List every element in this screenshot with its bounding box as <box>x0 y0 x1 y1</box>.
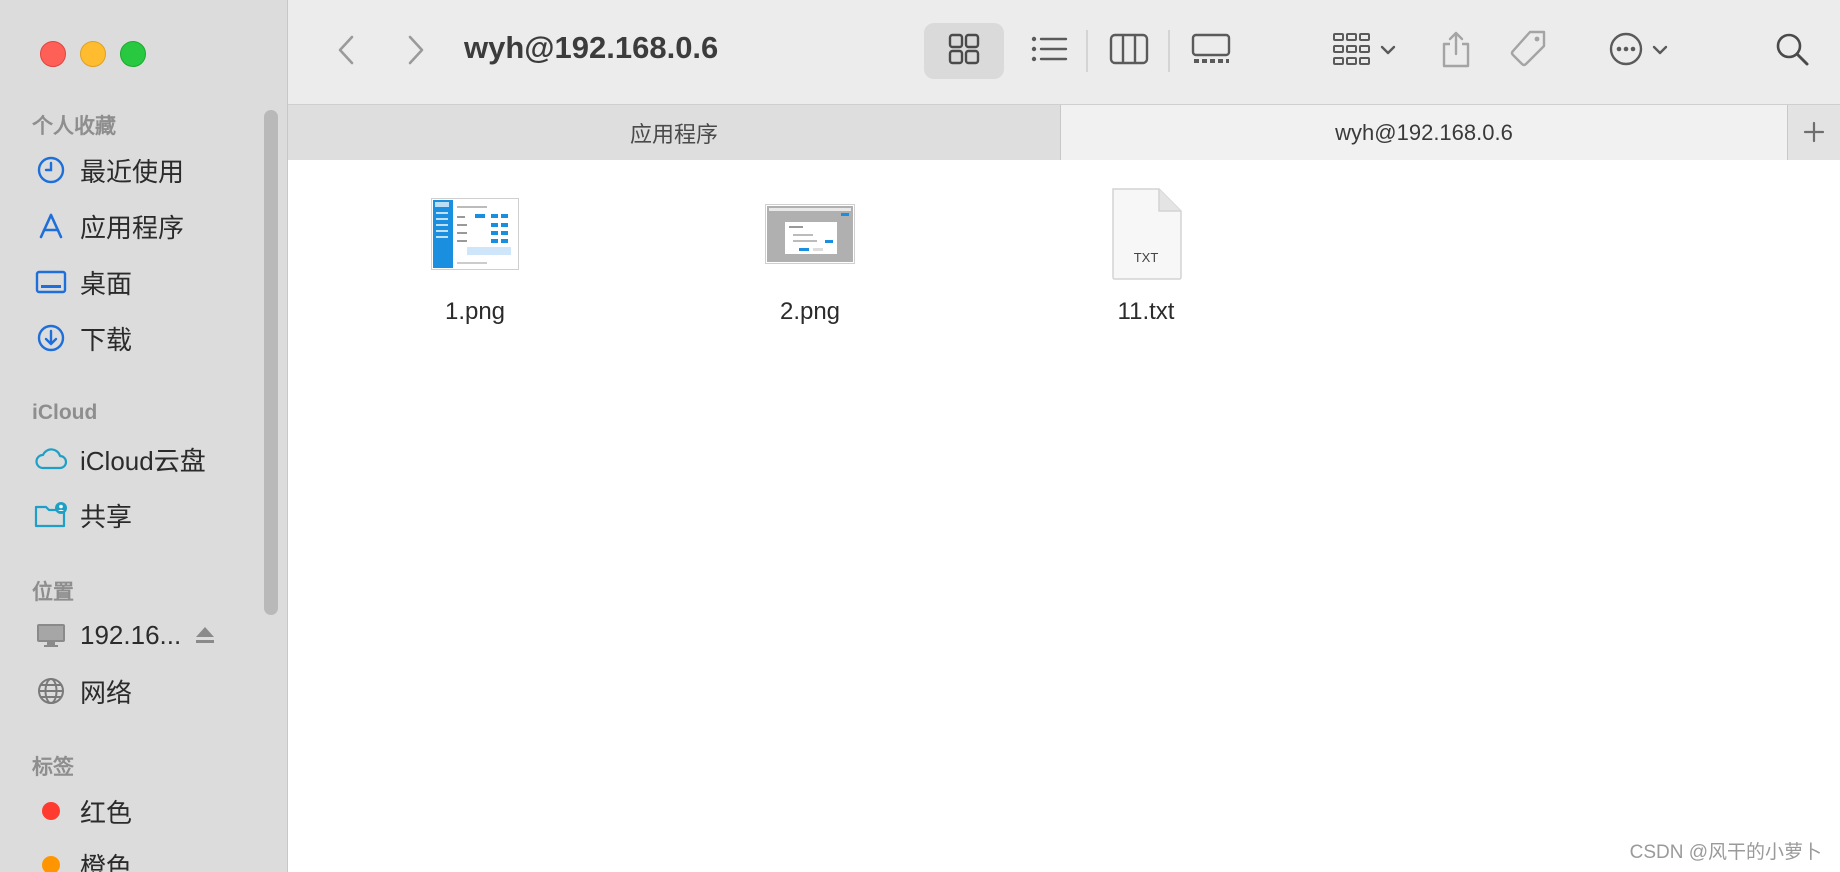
eject-icon[interactable] <box>190 620 220 650</box>
search-button[interactable] <box>1762 23 1822 79</box>
sidebar-item-label: 共享 <box>80 501 133 532</box>
sidebar-item-downloads[interactable]: 下载 <box>32 314 272 362</box>
file-item[interactable]: 2.png <box>730 184 890 326</box>
red-tag-icon <box>32 792 70 830</box>
file-item[interactable]: TXT 11.txt <box>1066 184 1226 326</box>
tab-current-server[interactable]: wyh@192.168.0.6 <box>1061 105 1788 160</box>
search-icon <box>1774 31 1810 72</box>
sidebar-item-tag-orange[interactable]: 橙色 <box>32 841 272 872</box>
sidebar-item-shared[interactable]: 共享 <box>32 491 272 539</box>
sidebar-item-applications[interactable]: 应用程序 <box>32 202 272 250</box>
ellipsis-circle-icon <box>1608 31 1644 72</box>
sidebar-item-recents[interactable]: 最近使用 <box>32 146 272 194</box>
watermark: CSDN @风干的小萝卜 <box>1629 842 1822 863</box>
sidebar-heading-tags: 标签 <box>32 756 74 779</box>
list-icon <box>1030 34 1068 69</box>
download-icon <box>32 319 70 357</box>
text-file-icon: TXT <box>1109 184 1183 284</box>
chevron-right-icon <box>407 34 425 71</box>
desktop-icon <box>32 263 70 301</box>
maximize-button[interactable] <box>120 41 146 67</box>
file-item[interactable]: 1.png <box>395 184 555 326</box>
sidebar-item-tag-red[interactable]: 红色 <box>32 787 272 835</box>
share-button[interactable] <box>1426 23 1486 79</box>
group-by-button[interactable] <box>1324 23 1404 79</box>
image-thumbnail <box>765 184 855 284</box>
file-name: 1.png <box>444 298 506 325</box>
sidebar-item-network[interactable]: 网络 <box>32 667 272 715</box>
list-view-button[interactable] <box>1014 23 1084 79</box>
tag-icon <box>1508 29 1548 74</box>
globe-icon <box>32 672 70 710</box>
columns-icon <box>1109 33 1149 70</box>
minimize-button[interactable] <box>80 41 106 67</box>
file-area: 1.png 2.png TXT 11.txt CSDN @风干的小萝卜 <box>288 160 1840 872</box>
sidebar-item-label: 192.16... <box>80 619 182 650</box>
applications-icon <box>32 207 70 245</box>
chevron-left-icon <box>337 34 355 71</box>
tab-applications[interactable]: 应用程序 <box>288 105 1061 160</box>
sidebar-item-label: 红色 <box>80 797 133 828</box>
close-button[interactable] <box>40 41 66 67</box>
chevron-down-icon <box>1380 42 1396 60</box>
finder-window: 个人收藏 最近使用 应用程序 桌面 下载 iCloud iCloud云盘 共享 … <box>0 0 1840 872</box>
sidebar-item-label: 橙色 <box>80 851 133 872</box>
sidebar-item-label: 桌面 <box>80 268 133 299</box>
gallery-view-button[interactable] <box>1176 23 1246 79</box>
clock-icon <box>32 151 70 189</box>
gallery-icon <box>1191 33 1231 70</box>
sidebar-item-label: 最近使用 <box>80 156 185 187</box>
sidebar-item-icloud-drive[interactable]: iCloud云盘 <box>32 435 272 483</box>
icon-view-button[interactable] <box>924 23 1004 79</box>
sidebar-item-desktop[interactable]: 桌面 <box>32 258 272 306</box>
grid-icon <box>947 32 981 71</box>
sidebar-item-label: 网络 <box>80 677 133 708</box>
back-button[interactable] <box>328 32 364 72</box>
sidebar-heading-favorites: 个人收藏 <box>32 115 116 138</box>
file-type-badge: TXT <box>1133 250 1159 265</box>
plus-icon <box>1803 114 1825 151</box>
tags-button[interactable] <box>1498 23 1558 79</box>
toolbar-separator <box>1168 30 1170 72</box>
sidebar-item-server[interactable]: 192.16... <box>32 611 272 659</box>
sidebar-heading-locations: 位置 <box>32 581 74 604</box>
toolbar: wyh@192.168.0.6 <box>288 0 1840 104</box>
sidebar-item-label: iCloud云盘 <box>80 445 206 476</box>
file-name: 11.txt <box>1117 298 1175 325</box>
group-icon <box>1332 32 1372 71</box>
share-icon <box>1440 30 1472 73</box>
image-thumbnail <box>431 184 519 284</box>
sidebar-scrollbar[interactable] <box>264 110 278 615</box>
toolbar-separator <box>1086 30 1088 72</box>
shared-folder-icon <box>32 496 70 534</box>
orange-tag-icon <box>32 846 70 872</box>
monitor-icon <box>32 616 70 654</box>
forward-button[interactable] <box>398 32 434 72</box>
sidebar: 个人收藏 最近使用 应用程序 桌面 下载 iCloud iCloud云盘 共享 … <box>0 0 288 872</box>
window-title: wyh@192.168.0.6 <box>464 30 719 65</box>
sidebar-item-label: 应用程序 <box>80 212 185 243</box>
tab-bar: 应用程序 wyh@192.168.0.6 <box>288 104 1840 161</box>
sidebar-heading-icloud: iCloud <box>32 401 98 424</box>
file-name: 2.png <box>779 298 841 325</box>
new-tab-button[interactable] <box>1788 105 1840 160</box>
column-view-button[interactable] <box>1094 23 1164 79</box>
cloud-icon <box>32 440 70 478</box>
more-actions-button[interactable] <box>1598 23 1678 79</box>
chevron-down-icon <box>1652 42 1668 60</box>
sidebar-item-label: 下载 <box>80 324 133 355</box>
